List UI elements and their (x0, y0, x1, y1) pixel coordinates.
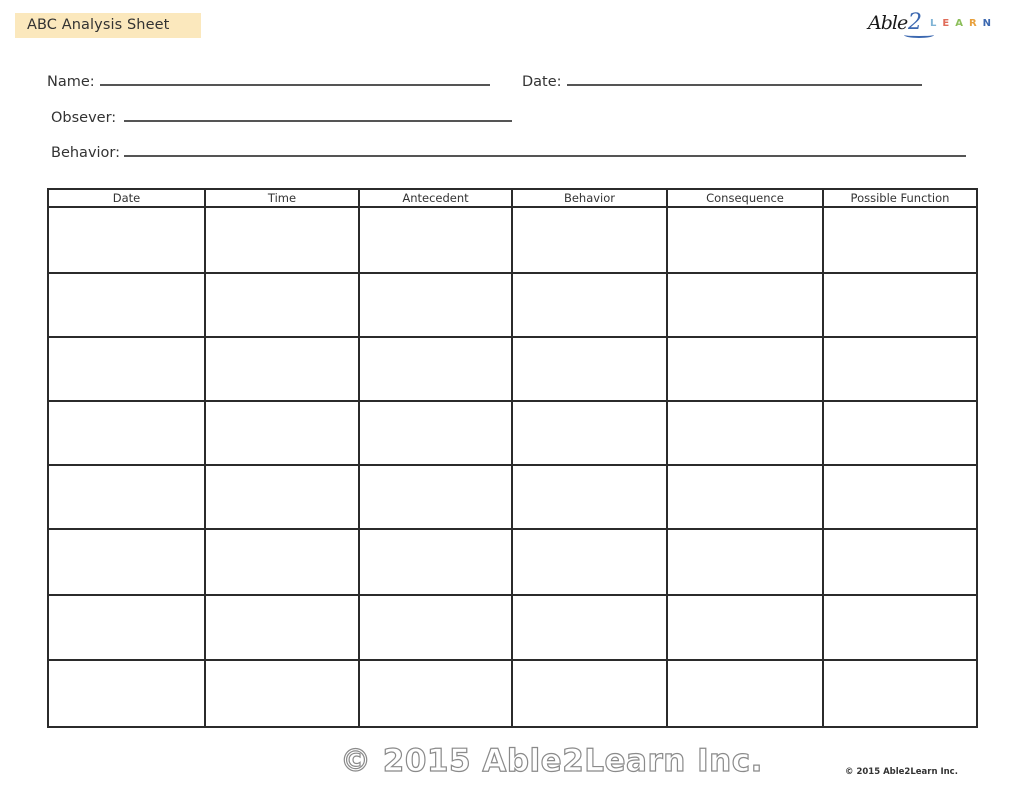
name-input-line[interactable] (99, 83, 490, 86)
name-label: Name: (47, 74, 95, 90)
observer-label: Obsever: (51, 110, 117, 126)
cell-possible-function[interactable] (822, 272, 978, 338)
cell-date[interactable] (47, 272, 206, 338)
cell-behavior[interactable] (511, 594, 668, 661)
cell-antecedent[interactable] (358, 272, 513, 338)
date-label: Date: (522, 74, 562, 90)
logo-letter: A (955, 18, 969, 29)
copyright-notice: © 2015 Able2Learn Inc. (845, 767, 958, 777)
cell-date[interactable] (47, 336, 206, 402)
abc-table: Date Time Antecedent Behavior Consequenc… (47, 188, 978, 728)
cell-time[interactable] (204, 464, 360, 530)
behavior-input-line[interactable] (124, 154, 967, 157)
cell-possible-function[interactable] (822, 400, 978, 466)
copyright-watermark: © 2015 Able2Learn Inc. (339, 742, 763, 779)
logo-letter: E (942, 18, 956, 29)
cell-consequence[interactable] (666, 659, 824, 728)
cell-consequence[interactable] (666, 400, 824, 466)
table-row (47, 464, 978, 530)
cell-time[interactable] (204, 528, 360, 596)
cell-date[interactable] (47, 659, 206, 728)
cell-antecedent[interactable] (358, 464, 513, 530)
logo-letter: L (930, 18, 943, 29)
logo-letter: R (968, 18, 983, 29)
table-body (47, 206, 978, 728)
sheet-title: ABC Analysis Sheet (27, 17, 170, 33)
cell-possible-function[interactable] (822, 594, 978, 661)
cell-date[interactable] (47, 594, 206, 661)
cell-possible-function[interactable] (822, 659, 978, 728)
behavior-label: Behavior: (51, 145, 121, 161)
cell-consequence[interactable] (666, 528, 824, 596)
cell-consequence[interactable] (666, 272, 824, 338)
cell-consequence[interactable] (666, 206, 824, 274)
table-row (47, 528, 978, 596)
cell-possible-function[interactable] (822, 528, 978, 596)
column-header-consequence: Consequence (666, 188, 824, 208)
cell-date[interactable] (47, 464, 206, 530)
cell-antecedent[interactable] (358, 528, 513, 596)
logo-swoosh-icon (904, 32, 934, 38)
cell-antecedent[interactable] (358, 659, 513, 728)
cell-time[interactable] (204, 206, 360, 274)
cell-behavior[interactable] (511, 400, 668, 466)
date-input-line[interactable] (566, 83, 922, 86)
name-field: Name: (47, 74, 490, 90)
logo-letter: N (982, 18, 998, 29)
cell-time[interactable] (204, 594, 360, 661)
table-header-row: Date Time Antecedent Behavior Consequenc… (47, 188, 978, 208)
cell-antecedent[interactable] (358, 594, 513, 661)
cell-time[interactable] (204, 400, 360, 466)
table-row (47, 594, 978, 661)
cell-antecedent[interactable] (358, 400, 513, 466)
cell-antecedent[interactable] (358, 206, 513, 274)
date-field: Date: (522, 74, 922, 90)
cell-time[interactable] (204, 336, 360, 402)
column-header-behavior: Behavior (511, 188, 668, 208)
cell-possible-function[interactable] (822, 206, 978, 274)
table-row (47, 400, 978, 466)
able2learn-logo: Able 2 LEARN (868, 10, 991, 40)
observer-input-line[interactable] (124, 119, 513, 122)
column-header-date: Date (47, 188, 206, 208)
cell-behavior[interactable] (511, 528, 668, 596)
cell-behavior[interactable] (511, 336, 668, 402)
cell-consequence[interactable] (666, 594, 824, 661)
cell-behavior[interactable] (511, 206, 668, 274)
cell-consequence[interactable] (666, 464, 824, 530)
cell-possible-function[interactable] (822, 464, 978, 530)
cell-consequence[interactable] (666, 336, 824, 402)
behavior-field: Behavior: (51, 145, 967, 161)
cell-antecedent[interactable] (358, 336, 513, 402)
logo-script-text: Able (868, 12, 908, 34)
table-row (47, 336, 978, 402)
cell-date[interactable] (47, 528, 206, 596)
column-header-time: Time (204, 188, 360, 208)
observer-field: Obsever: (51, 110, 513, 126)
table-row (47, 206, 978, 274)
sheet-title-banner: ABC Analysis Sheet (15, 13, 201, 38)
cell-behavior[interactable] (511, 464, 668, 530)
cell-time[interactable] (204, 272, 360, 338)
logo-letters: LEARN (930, 18, 997, 29)
cell-time[interactable] (204, 659, 360, 728)
cell-possible-function[interactable] (822, 336, 978, 402)
table-row (47, 272, 978, 338)
column-header-antecedent: Antecedent (358, 188, 513, 208)
column-header-possible-function: Possible Function (822, 188, 978, 208)
cell-behavior[interactable] (511, 659, 668, 728)
cell-date[interactable] (47, 400, 206, 466)
table-row (47, 659, 978, 728)
cell-behavior[interactable] (511, 272, 668, 338)
cell-date[interactable] (47, 206, 206, 274)
